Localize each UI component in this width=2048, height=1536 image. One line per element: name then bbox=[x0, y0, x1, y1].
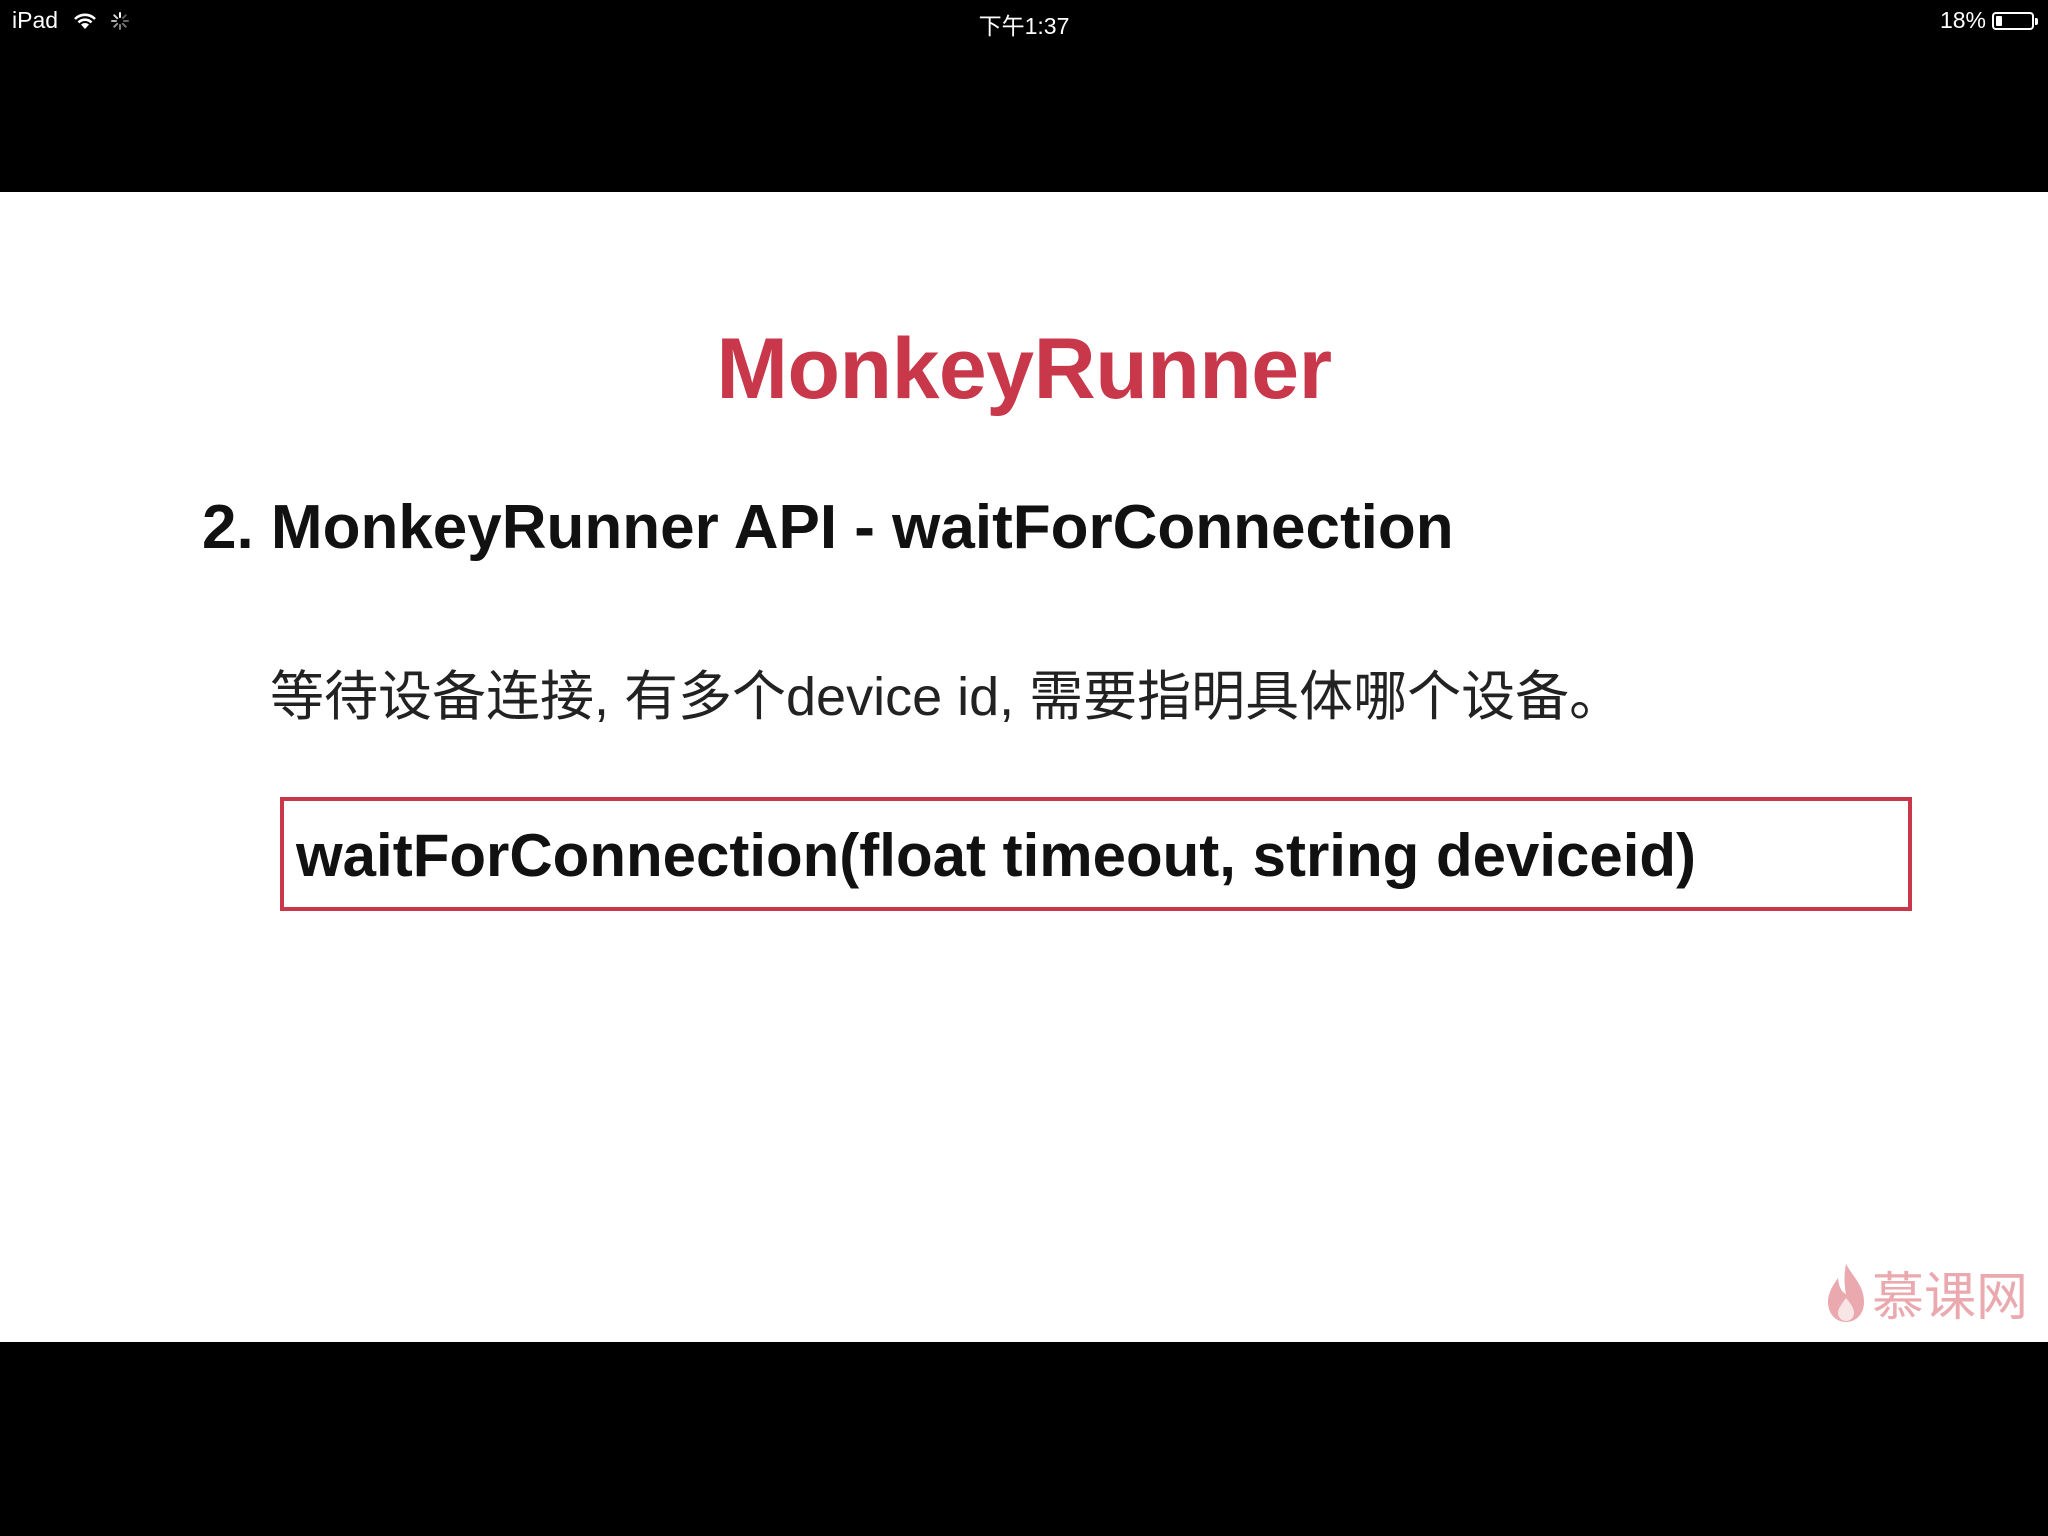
status-bar: iPad 下午1:37 18% bbox=[0, 0, 2048, 42]
slide: MonkeyRunner 2. MonkeyRunner API - waitF… bbox=[0, 192, 2048, 1342]
status-bar-right: 18% bbox=[1939, 7, 2038, 34]
watermark-text: 慕课网 bbox=[1871, 1269, 2028, 1327]
code-signature: waitForConnection(float timeout, string … bbox=[296, 822, 1697, 889]
battery-fill bbox=[1996, 15, 2002, 26]
watermark: 慕课网 bbox=[1824, 1255, 2028, 1330]
battery-percent: 18% bbox=[1939, 7, 1986, 33]
status-bar-time: 下午1:37 bbox=[978, 13, 1070, 39]
battery-icon bbox=[1992, 11, 2038, 30]
code-box: waitForConnection(float timeout, string … bbox=[280, 797, 1912, 911]
screen: iPad 下午1:37 18% MonkeyRunner 2. MonkeyRu… bbox=[0, 0, 2048, 1536]
flame-logo-icon bbox=[1827, 1263, 1864, 1322]
slide-title: MonkeyRunner bbox=[716, 321, 1332, 417]
description-text: 等待设备连接, 有多个device id, 需要指明具体哪个设备。 bbox=[270, 667, 1624, 727]
section-heading: 2. MonkeyRunner API - waitForConnection bbox=[202, 493, 1454, 562]
